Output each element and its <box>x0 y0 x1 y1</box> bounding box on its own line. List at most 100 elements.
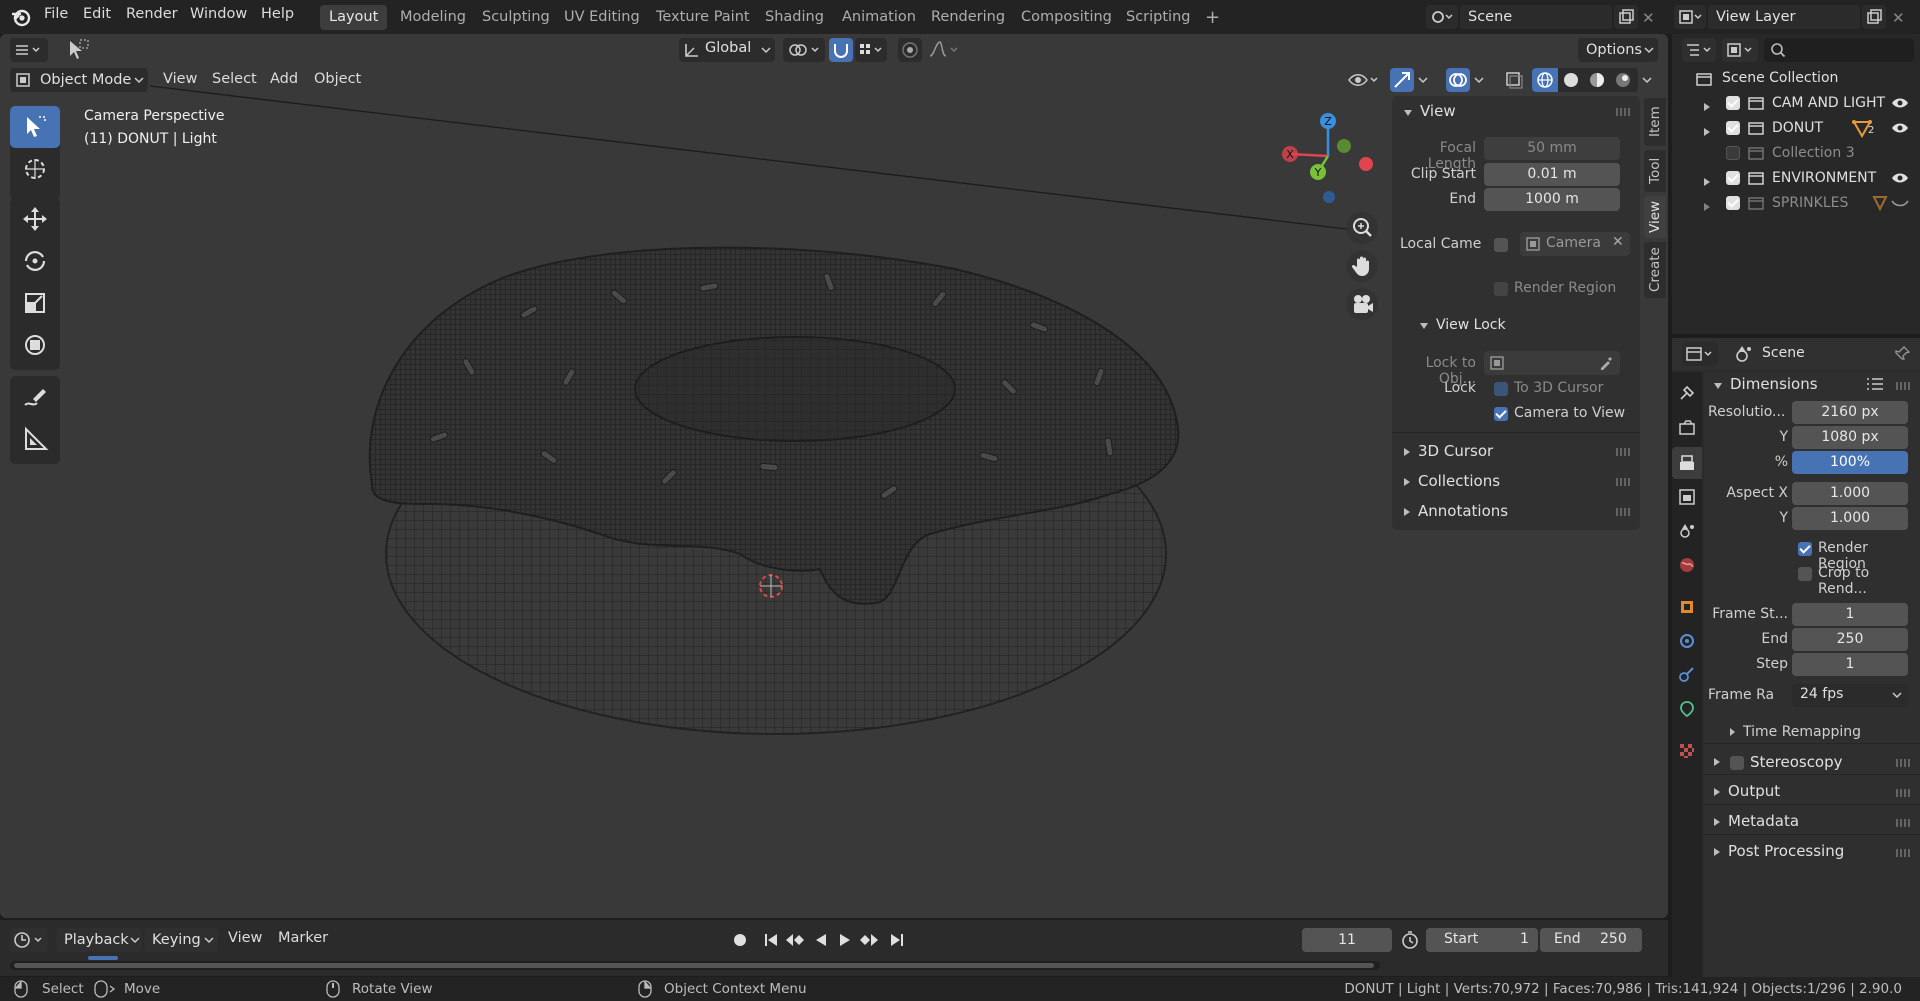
copy-view-layer-icon[interactable] <box>1862 5 1886 29</box>
outliner-row-sprinkles[interactable]: SPRINKLES <box>1672 193 1920 214</box>
measure-tool-icon[interactable] <box>10 418 60 460</box>
remove-view-layer-icon[interactable]: ✕ <box>1892 9 1905 27</box>
tab-texture-paint[interactable]: Texture Paint <box>647 5 759 30</box>
drag-handle-icon[interactable] <box>1896 849 1910 857</box>
frame-step-field[interactable]: 1 <box>1792 653 1908 676</box>
jump-to-start-icon[interactable] <box>760 929 782 951</box>
scene-browser-icon[interactable] <box>1426 5 1458 29</box>
aspect-y-field[interactable]: 1.000 <box>1792 507 1908 530</box>
focal-length-field[interactable]: 50 mm <box>1484 137 1620 160</box>
transform-orientation-dropdown[interactable]: Global <box>679 38 775 62</box>
metadata-section[interactable]: Metadata <box>1714 812 1799 830</box>
stereoscopy-section[interactable] <box>1714 752 1728 770</box>
drag-handle-icon[interactable] <box>1616 108 1630 116</box>
rendered-shading-icon[interactable] <box>1610 68 1636 92</box>
pan-hand-icon[interactable] <box>1346 250 1378 282</box>
blender-logo-icon[interactable] <box>10 7 32 27</box>
snap-target-dropdown[interactable] <box>855 38 887 62</box>
resolution-x-field[interactable]: 2160 px <box>1792 401 1908 424</box>
scene-collection-row[interactable]: Scene Collection <box>1672 68 1920 89</box>
menu-select[interactable]: Select <box>212 71 257 87</box>
select-tool-icon[interactable] <box>10 106 60 148</box>
menu-add[interactable]: Add <box>270 71 298 87</box>
visibility-dropdown[interactable] <box>1346 68 1382 92</box>
display-mode-icon[interactable] <box>1722 38 1758 62</box>
unlink-scene-icon[interactable]: ✕ <box>1642 9 1655 27</box>
post-processing-section[interactable]: Post Processing <box>1714 842 1844 860</box>
overlays-dropdown-icon[interactable] <box>1472 68 1488 92</box>
crop-to-render-checkbox[interactable] <box>1798 567 1812 581</box>
resolution-y-field[interactable]: 1080 px <box>1792 426 1908 449</box>
tab-sculpting[interactable]: Sculpting <box>473 5 559 30</box>
menu-render[interactable]: Render <box>126 6 178 22</box>
timeline-editor-type-icon[interactable] <box>10 928 48 952</box>
add-workspace-button[interactable]: + <box>1196 5 1229 30</box>
view-layer-field[interactable]: View Layer <box>1708 5 1860 29</box>
end-frame-field[interactable]: End 250 <box>1540 928 1642 952</box>
menu-object[interactable]: Object <box>314 71 361 87</box>
frame-end-field[interactable]: 250 <box>1792 628 1908 651</box>
select-box-tool-icon[interactable] <box>66 38 92 62</box>
jump-to-keyframe-forward-icon[interactable] <box>858 929 880 951</box>
wireframe-shading-icon[interactable] <box>1532 68 1558 92</box>
jump-to-end-icon[interactable] <box>886 929 908 951</box>
tab-modeling[interactable]: Modeling <box>391 5 475 30</box>
gizmo-toggle-icon[interactable] <box>1390 68 1414 92</box>
material-preview-icon[interactable] <box>1584 68 1610 92</box>
timeline-scrollbar[interactable] <box>10 961 1380 970</box>
record-button-icon[interactable] <box>729 929 751 951</box>
view-lock-header[interactable]: View Lock <box>1420 317 1506 333</box>
camera-view-icon[interactable] <box>1346 288 1378 320</box>
navigation-gizmo[interactable]: Z X Y <box>1270 106 1380 206</box>
tab-tool[interactable]: Tool <box>1644 150 1666 192</box>
start-frame-field[interactable]: Start 1 <box>1426 928 1538 952</box>
local-camera-checkbox[interactable] <box>1494 238 1508 252</box>
drag-handle-icon[interactable] <box>1896 789 1910 797</box>
tab-item[interactable]: Item <box>1644 98 1666 146</box>
drag-handle-icon[interactable] <box>1896 759 1910 767</box>
view-section-header[interactable]: View <box>1404 102 1456 120</box>
outliner-row-cam-and-light[interactable]: CAM AND LIGHT <box>1672 93 1920 114</box>
drag-handle-icon[interactable] <box>1616 478 1630 486</box>
keying-menu[interactable]: Keying <box>144 928 218 952</box>
cursor-tool-icon[interactable] <box>10 148 60 190</box>
playback-menu[interactable]: Playback <box>56 928 142 952</box>
gizmo-dropdown-icon[interactable] <box>1416 68 1432 92</box>
timeline-menu-marker[interactable]: Marker <box>278 930 328 946</box>
menu-view[interactable]: View <box>163 71 197 87</box>
menu-edit[interactable]: Edit <box>83 6 111 22</box>
dimensions-section-header[interactable]: Dimensions <box>1714 375 1818 393</box>
collections-section[interactable]: Collections <box>1404 472 1500 490</box>
collection-checkbox[interactable] <box>1726 171 1740 185</box>
clear-camera-icon[interactable]: ✕ <box>1612 234 1624 250</box>
shading-dropdown-icon[interactable] <box>1640 68 1656 92</box>
lock-to-object-field[interactable] <box>1484 351 1620 375</box>
tab-rendering[interactable]: Rendering <box>922 5 1014 30</box>
xray-toggle-icon[interactable] <box>1502 68 1526 92</box>
collection-checkbox[interactable] <box>1726 121 1740 135</box>
solid-shading-icon[interactable] <box>1558 68 1584 92</box>
zoom-icon[interactable] <box>1346 212 1378 244</box>
menu-help[interactable]: Help <box>261 6 294 22</box>
tab-shading[interactable]: Shading <box>756 5 833 30</box>
object-mode-dropdown[interactable]: Object Mode <box>10 68 148 92</box>
play-icon[interactable] <box>834 929 856 951</box>
copy-scene-icon[interactable] <box>1614 5 1638 29</box>
menu-window[interactable]: Window <box>190 6 247 22</box>
to-3d-cursor-checkbox[interactable] <box>1494 382 1508 396</box>
tab-layout[interactable]: Layout <box>320 5 388 30</box>
collection-checkbox[interactable] <box>1726 146 1740 160</box>
output-section[interactable]: Output <box>1714 782 1780 800</box>
outliner-editor-type-icon[interactable] <box>1682 38 1716 62</box>
snap-toggle-icon[interactable] <box>829 38 853 62</box>
editor-type-icon[interactable] <box>10 38 48 62</box>
annotate-tool-icon[interactable] <box>10 376 60 418</box>
proportional-editing-icon[interactable] <box>898 38 922 62</box>
outliner-row-environment[interactable]: ENVIRONMENT <box>1672 168 1920 189</box>
overlays-toggle-icon[interactable] <box>1446 68 1470 92</box>
drag-handle-icon[interactable] <box>1896 382 1910 390</box>
menu-file[interactable]: File <box>44 6 68 22</box>
tab-animation[interactable]: Animation <box>833 5 925 30</box>
scene-name-field[interactable]: Scene <box>1460 5 1612 29</box>
tab-create[interactable]: Create <box>1644 242 1666 298</box>
